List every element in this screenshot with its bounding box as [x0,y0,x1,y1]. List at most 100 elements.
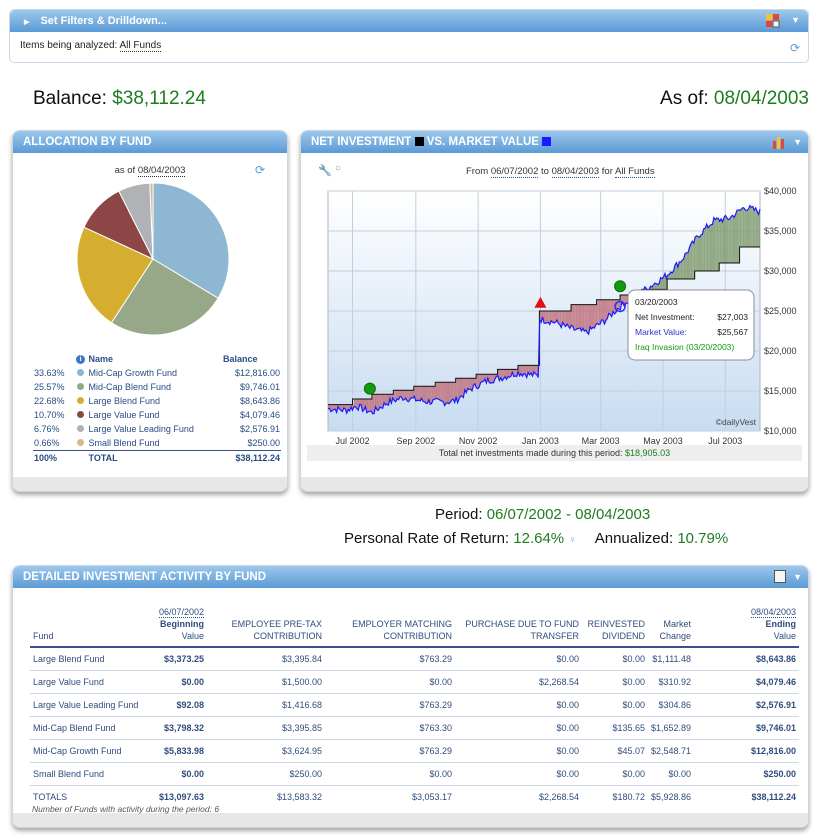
period-label: Period: [435,506,483,523]
col-name-header: Name [88,353,114,364]
panel-footer [13,813,808,827]
annualized-label: Annualized: [594,530,674,547]
asof-value: 08/04/2003 [713,88,809,109]
range-from-link[interactable]: 06/07/2002 [490,166,539,178]
area-segment [696,235,699,271]
area-segment [745,210,748,247]
lightbulb-icon[interactable]: ♀ [568,534,576,546]
begin-date-link[interactable]: 06/07/2002 [158,607,204,618]
refresh-icon[interactable]: ⟳ [790,41,800,55]
value-cell: $0.00 [455,647,582,672]
area-segment [591,304,593,329]
allocation-header: Allocation by Fund [13,131,287,153]
pretax-l2: CONTRIBUTION [253,631,323,642]
analyzed-line: Items being analyzed: All Funds [10,32,808,59]
alloc-swatch [74,394,88,408]
alloc-fund-name: Large Blend Fund [88,396,161,406]
range-to-link[interactable]: 08/04/2003 [551,166,600,178]
value-cell: $250.00 [207,762,325,787]
area-segment [417,386,419,401]
chevron-down-icon[interactable]: ▼ [793,572,802,582]
transfer-l1: PURCHASE DUE TO FUND [465,619,579,630]
area-segment [698,236,700,271]
info-icon[interactable]: i [76,355,86,364]
area-segment [554,311,556,323]
area-segment [751,206,753,247]
chevron-down-icon[interactable]: ▼ [793,137,802,147]
balance-label: Balance: [33,88,107,109]
area-segment [461,378,464,398]
y-tick-label: $25,000 [764,306,797,316]
legend-dot-icon [77,425,85,432]
wrench-icon[interactable]: 🔧 [318,164,332,177]
tooltip-net-value: $27,003 [717,312,748,322]
refresh-icon[interactable]: ⟳ [255,163,265,177]
col-reinvested: REINVESTED DIVIDEND [582,603,648,649]
area-segment [601,299,604,321]
mkt-l1: Market [663,619,692,630]
area-segment [757,211,759,247]
area-segment [660,277,663,290]
value-cell: $92.08 [152,693,207,718]
fund-cell: Large Value Fund [30,670,152,695]
event-marker[interactable] [614,280,627,293]
end-date-link[interactable]: 08/04/2003 [750,607,796,618]
area-segment [699,234,701,271]
y-tick-label: $20,000 [764,346,797,356]
allocation-row[interactable]: 22.68% Large Blend Fund $8,643.86 [33,394,281,408]
table-options-icon[interactable] [774,570,786,583]
allocation-row[interactable]: 33.63% Mid-Cap Growth Fund $12,816.00 [33,366,281,380]
bar-chart-icon[interactable] [772,135,786,154]
event-marker[interactable] [363,382,376,395]
alloc-swatch [74,380,88,394]
value-cell: $763.29 [325,739,455,764]
area-segment [729,216,732,263]
lightbulb-icon[interactable]: ○ [335,163,341,174]
alloc-fund-name: Mid-Cap Blend Fund [88,382,172,392]
begin-l1: Beginning [160,619,204,630]
value-cell: $0.00 [582,670,648,695]
area-segment [732,215,735,263]
alloc-swatch [74,408,88,422]
black-legend-swatch [414,137,424,146]
period-value: 06/07/2002 - 08/04/2003 [486,506,651,523]
value-cell: $0.00 [455,739,582,764]
allocation-row[interactable]: 6.76% Large Value Leading Fund $2,576.91 [33,422,281,436]
alloc-pct: 33.63% [34,368,65,378]
area-segment [708,225,710,271]
value-cell: $1,500.00 [207,670,325,695]
period-line: Period: 06/07/2002 - 08/04/2003 [435,506,650,523]
allocation-row[interactable]: 0.66% Small Blend Fund $250.00 [33,436,281,451]
col-beginning: 06/07/2002 Beginning Value [152,603,207,649]
allocation-row[interactable]: 10.70% Large Value Fund $4,079.46 [33,408,281,422]
col-match: EMPLOYER MATCHING CONTRIBUTION [325,603,455,649]
allocation-row[interactable]: 25.57% Mid-Cap Blend Fund $9,746.01 [33,380,281,394]
area-segment [742,207,745,247]
area-segment [523,365,526,375]
chevron-down-icon[interactable]: ▼ [791,15,800,25]
value-cell: $3,053.17 [325,785,455,809]
area-segment [724,215,726,263]
area-segment [440,382,442,402]
area-segment [739,209,742,247]
area-segment [703,228,706,271]
value-cell: $2,548.71 [648,739,695,764]
area-segment [592,304,595,329]
fund-cell: Large Value Leading Fund [30,693,152,718]
filter-header[interactable]: ▶ Set Filters & Drilldown... [10,10,808,32]
analyzed-value-link[interactable]: All Funds [119,40,162,52]
ror-line: Personal Rate of Return: 12.64% ♀ Annual… [344,530,728,547]
area-segment [433,386,435,400]
blue-legend-swatch [542,137,552,146]
range-for-link[interactable]: All Funds [614,166,655,178]
grid-icon[interactable] [766,14,780,28]
activity-footnote: Number of Funds with activity during the… [32,804,220,814]
alloc-fund-name: Large Value Fund [88,410,160,420]
balance-value: $38,112.24 [112,88,206,109]
value-cell: $0.00 [582,647,648,672]
expand-icon[interactable]: ▶ [24,19,29,26]
allocation-asof-date[interactable]: 08/04/2003 [137,165,186,177]
fund-cell: Mid-Cap Growth Fund [30,739,152,764]
filter-header-label[interactable]: Set Filters & Drilldown... [40,15,167,27]
legend-dot-icon [77,439,85,446]
